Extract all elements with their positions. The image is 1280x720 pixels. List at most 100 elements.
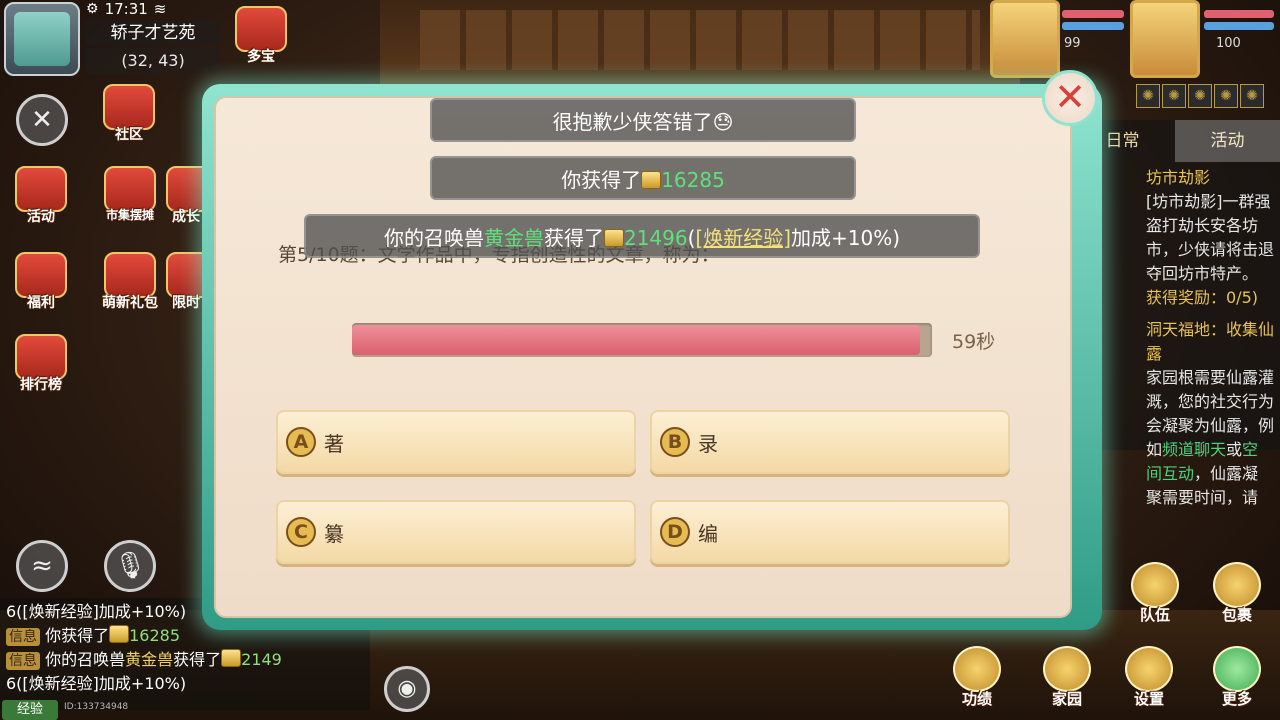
btn-baoguo[interactable]: 包裹 [1206, 562, 1268, 625]
toast-amount: 21496 [623, 226, 688, 250]
party-member-1-hp-bar [1062, 10, 1124, 18]
toast-gain: 你获得了 16285 [430, 156, 856, 200]
chat-tag: 信息 [6, 652, 40, 670]
team-icon [1131, 562, 1179, 608]
menu-mengxin[interactable]: 萌新礼包 [90, 252, 170, 312]
quest-description: 家园根需要仙露灌溉，您的社交行为会凝聚为仙露，例如频道聊天或空间互动，仙露凝聚需… [1146, 366, 1274, 510]
menu-paihang[interactable]: 排行榜 [8, 334, 74, 394]
camera-button[interactable]: ◉ [384, 666, 430, 712]
buff-icon[interactable]: ✺ [1136, 84, 1160, 108]
coin-icon [641, 171, 662, 189]
menu-huodong[interactable]: 活动 [8, 166, 74, 226]
chat-amount: 2149 [241, 650, 282, 669]
menu-xianshi[interactable]: 限时 [166, 252, 206, 312]
buff-row: ✺ ✺ ✺ ✺ ✺ [1136, 84, 1264, 108]
toast-text: 获得了 [543, 226, 604, 250]
chat-text: 你的召唤兽 [45, 650, 126, 669]
bag-icon [1213, 562, 1261, 608]
close-menu-button[interactable]: ✕ [16, 94, 68, 146]
btn-jiayuan[interactable]: 家园 [1036, 646, 1098, 709]
party-member-2-portrait[interactable] [1130, 0, 1200, 78]
party-member-1-mp-bar [1062, 22, 1124, 30]
quest-title: 洞天福地：收集仙露 [1146, 320, 1275, 363]
buff-icon[interactable]: ✺ [1214, 84, 1238, 108]
menu-shiji[interactable]: 市集摆摊 [90, 166, 170, 223]
menu-duobao[interactable]: 多宝 [228, 6, 294, 66]
btn-duiwu[interactable]: 队伍 [1124, 562, 1186, 625]
microphone-icon: 🎙 [113, 551, 147, 581]
quest-link-chat[interactable]: 频道聊天 [1162, 440, 1226, 459]
option-text: 纂 [324, 521, 344, 546]
status-bar: ⚙ 17:31 ≋ [86, 0, 166, 18]
chat-line: 6([焕新经验]加成+10%) [6, 674, 187, 693]
option-letter-badge: D [660, 517, 690, 547]
option-letter-badge: B [660, 427, 690, 457]
close-dialog-button[interactable]: ✕ [1042, 70, 1098, 126]
chat-text: 你获得了 [45, 626, 110, 645]
party-member-2-mp-bar [1204, 22, 1274, 30]
exp-label: 经验 [2, 700, 58, 720]
settings-icon [1125, 646, 1173, 692]
option-text: 著 [324, 431, 344, 456]
btn-gengduo[interactable]: 更多 [1206, 646, 1268, 709]
option-text: 编 [698, 521, 718, 546]
menu-fuli[interactable]: 福利 [8, 252, 74, 312]
quest-description: [坊市劫影]一群强盗打劫长安各坊市，少侠请将击退夺回坊市特产。 [1146, 192, 1275, 283]
party-member-1-level: 99 [1064, 36, 1081, 51]
chat-tag: 信息 [6, 628, 40, 646]
quest-reward: 获得奖励：0/5) [1146, 288, 1258, 307]
chat-pet-name: 黄金兽 [125, 650, 174, 669]
toast-amount: 16285 [661, 168, 725, 192]
quiz-option-d[interactable]: D 编 [650, 500, 1010, 564]
tab-activity[interactable]: 活动 [1175, 120, 1280, 162]
btn-gongji[interactable]: 功绩 [946, 646, 1008, 709]
quiz-option-c[interactable]: C 纂 [276, 500, 636, 564]
toast-wrong-answer: 很抱歉少侠答错了😓 [430, 98, 856, 142]
chat-line: 信息 你的召唤兽黄金兽获得了 2149 [6, 648, 364, 672]
buff-icon[interactable]: ✺ [1240, 84, 1264, 108]
wifi-icon: ≋ [153, 0, 167, 18]
map-icon [14, 12, 70, 66]
toast-text: 很抱歉少侠答错了 [552, 110, 713, 134]
coin-icon [221, 649, 242, 667]
location-coords: (32, 43) [86, 48, 220, 74]
toast-text: 你的召唤兽 [383, 226, 484, 250]
quiz-timer-bar [352, 323, 932, 357]
quiz-option-b[interactable]: B 录 [650, 410, 1010, 474]
quiz-timer-text: 59秒 [952, 331, 996, 353]
minimap-button[interactable] [4, 2, 80, 76]
toast-pet-gain: 你的召唤兽黄金兽获得了 21496([焕新经验]加成+10%) [304, 214, 980, 258]
party-member-2-level: 100 [1216, 36, 1241, 51]
menu-shequ[interactable]: 社区 [96, 84, 162, 144]
party-member-2-hp-bar [1204, 10, 1274, 18]
party-member-1-portrait[interactable] [990, 0, 1060, 78]
clock-time: 17:31 [104, 0, 148, 18]
merit-icon [953, 646, 1001, 692]
camera-icon: ◉ [397, 676, 417, 701]
voice-button[interactable]: 🎙 [104, 540, 156, 592]
btn-shezhi[interactable]: 设置 [1118, 646, 1180, 709]
option-letter-badge: A [286, 427, 316, 457]
close-icon: ✕ [1054, 75, 1086, 119]
quest-title: 坊市劫影 [1146, 168, 1211, 187]
option-letter-badge: C [286, 517, 316, 547]
chat-text: 获得了 [173, 650, 222, 669]
quiz-option-a[interactable]: A 著 [276, 410, 636, 474]
coin-icon [109, 625, 130, 643]
more-icon [1213, 646, 1261, 692]
quest-text: 或 [1226, 440, 1243, 459]
emote-button[interactable]: ≈ [16, 540, 68, 592]
buff-icon[interactable]: ✺ [1188, 84, 1212, 108]
sad-face-icon: 😓 [712, 110, 734, 134]
background-building [380, 0, 1020, 90]
settings-gear-icon: ⚙ [86, 1, 99, 17]
quiz-timer-fill [352, 325, 920, 355]
menu-chengzhang[interactable]: 成长 [166, 166, 206, 226]
coin-icon [603, 229, 624, 247]
toast-link[interactable]: [焕新经验] [695, 226, 791, 250]
toast-pet-name: 黄金兽 [483, 226, 544, 250]
chat-amount: 16285 [129, 626, 181, 645]
toast-text: 你获得了 [561, 168, 642, 192]
toast-text: 加成+10%) [791, 226, 901, 250]
buff-icon[interactable]: ✺ [1162, 84, 1186, 108]
